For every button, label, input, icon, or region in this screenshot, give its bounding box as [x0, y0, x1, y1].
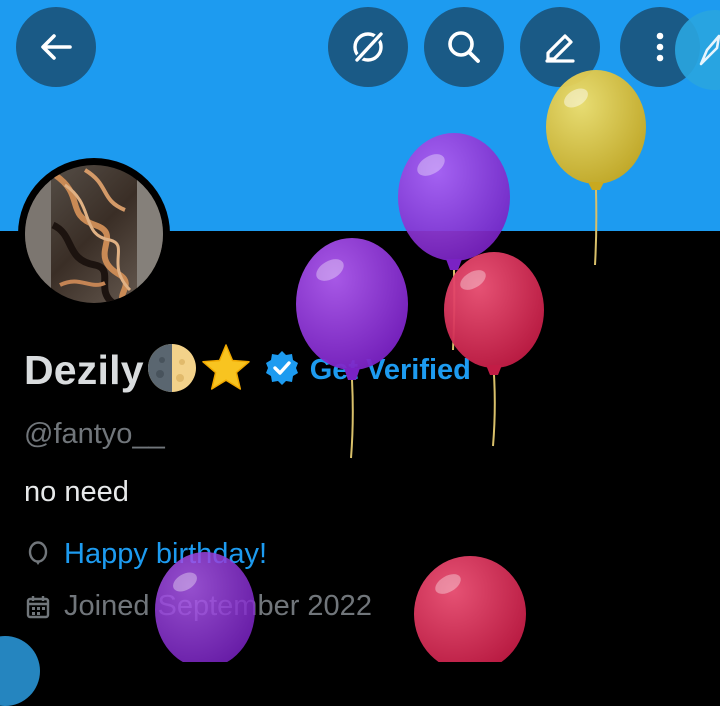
profile-avatar[interactable] [18, 158, 170, 310]
joined-label: Joined September 2022 [64, 590, 372, 622]
back-button[interactable] [16, 7, 96, 87]
profile-bio: no need [24, 476, 129, 508]
arrow-left-icon [41, 34, 72, 60]
search-button[interactable] [424, 7, 504, 87]
floating-action-button[interactable] [0, 636, 40, 706]
star-emoji [200, 342, 252, 399]
avatar-image [25, 165, 163, 303]
grok-button[interactable] [328, 7, 408, 87]
more-vertical-icon [656, 32, 664, 62]
display-name: Dezily [24, 346, 144, 393]
grok-icon [353, 30, 385, 64]
balloon-icon [24, 540, 52, 569]
search-icon [448, 31, 480, 63]
profile-handle: @fantyo__ [24, 418, 165, 450]
verified-badge-icon[interactable] [264, 350, 300, 391]
name-row: Dezily Get Verified [24, 342, 471, 398]
moon-emoji [146, 342, 198, 399]
balloon-red-bottom [414, 556, 526, 662]
birthday-row[interactable]: Happy birthday! [24, 538, 267, 571]
feather-pen-icon [699, 34, 720, 66]
edit-pen-icon [545, 34, 575, 63]
edit-profile-button[interactable] [520, 7, 600, 87]
calendar-icon [24, 593, 52, 621]
get-verified-link[interactable]: Get Verified [310, 354, 471, 387]
birthday-label: Happy birthday! [64, 538, 268, 570]
joined-row: Joined September 2022 [24, 590, 372, 623]
